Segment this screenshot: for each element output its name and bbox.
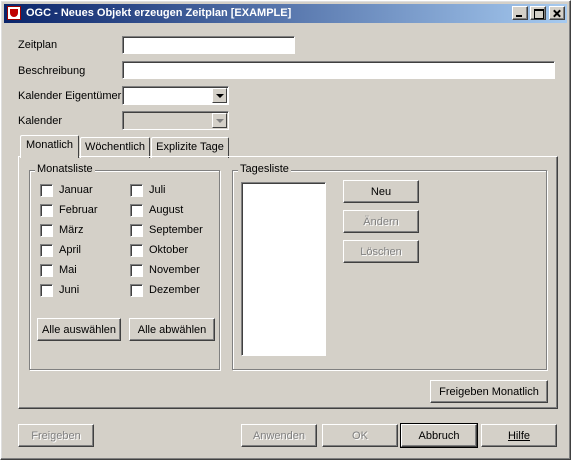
apply-button[interactable]: Anwenden: [241, 424, 317, 447]
select-all-button[interactable]: Alle auswählen: [37, 318, 121, 341]
maximize-icon[interactable]: [530, 6, 546, 20]
checkbox-label: Juli: [149, 184, 166, 196]
kalender-label: Kalender: [18, 115, 63, 127]
kalender-eigentuemer-label: Kalender Eigentümer: [18, 90, 122, 102]
kalender-eigentuemer-select[interactable]: [122, 86, 229, 105]
edit-day-button[interactable]: Ändern: [343, 210, 419, 233]
title-bar[interactable]: OGC - Neues Objekt erzeugen Zeitplan [EX…: [4, 4, 567, 23]
tab-monatlich[interactable]: Monatlich: [20, 135, 79, 158]
checkbox-label: März: [59, 224, 84, 236]
checkbox-label: Dezember: [149, 284, 200, 296]
new-day-button[interactable]: Neu: [343, 180, 419, 203]
kalender-select[interactable]: [122, 111, 229, 130]
checkbox-box[interactable]: [40, 224, 53, 237]
checkbox-label: September: [149, 224, 203, 236]
help-button[interactable]: Hilfe: [481, 424, 557, 447]
beschreibung-label: Beschreibung: [18, 65, 86, 77]
freigeben-button[interactable]: Freigeben: [18, 424, 94, 447]
tagesliste-title: Tagesliste: [238, 163, 291, 175]
ok-button[interactable]: OK: [322, 424, 398, 447]
checkbox-label: Februar: [59, 204, 98, 216]
chevron-down-icon[interactable]: [212, 88, 227, 103]
checkbox-box[interactable]: [130, 284, 143, 297]
checkbox-box[interactable]: [130, 224, 143, 237]
minimize-icon[interactable]: [512, 6, 528, 20]
chevron-down-icon[interactable]: [212, 113, 227, 128]
app-shield-icon: [7, 6, 21, 20]
delete-day-button[interactable]: Löschen: [343, 240, 419, 263]
checkbox-box[interactable]: [40, 264, 53, 277]
checkbox-label: August: [149, 204, 184, 216]
tab-explizite-tage[interactable]: Explizite Tage: [151, 137, 229, 158]
checkbox-box[interactable]: [130, 244, 143, 257]
checkbox-box[interactable]: [40, 204, 53, 217]
window-title: OGC - Neues Objekt erzeugen Zeitplan [EX…: [26, 7, 292, 19]
checkbox-label: April: [59, 244, 82, 256]
beschreibung-input[interactable]: [122, 61, 555, 79]
checkbox-box[interactable]: [130, 184, 143, 197]
dialog-window: OGC - Neues Objekt erzeugen Zeitplan [EX…: [0, 0, 571, 460]
tab-woechentlich[interactable]: Wöchentlich: [80, 137, 150, 158]
close-icon[interactable]: [549, 6, 565, 20]
checkbox-box[interactable]: [130, 204, 143, 217]
monatsliste-title: Monatsliste: [35, 163, 95, 175]
checkbox-label: Mai: [59, 264, 77, 276]
checkbox-label: Oktober: [149, 244, 189, 256]
cancel-button[interactable]: Abbruch: [400, 423, 478, 448]
checkbox-box[interactable]: [40, 244, 53, 257]
checkbox-label: November: [149, 264, 200, 276]
freigeben-monatlich-button[interactable]: Freigeben Monatlich: [430, 380, 548, 403]
checkbox-label: Januar: [59, 184, 93, 196]
checkbox-box[interactable]: [40, 184, 53, 197]
zeitplan-input[interactable]: [122, 36, 295, 54]
checkbox-label: Juni: [59, 284, 80, 296]
zeitplan-label: Zeitplan: [18, 39, 58, 51]
checkbox-box[interactable]: [40, 284, 53, 297]
tagesliste-listbox[interactable]: [241, 182, 326, 356]
deselect-all-button[interactable]: Alle abwählen: [129, 318, 215, 341]
checkbox-box[interactable]: [130, 264, 143, 277]
